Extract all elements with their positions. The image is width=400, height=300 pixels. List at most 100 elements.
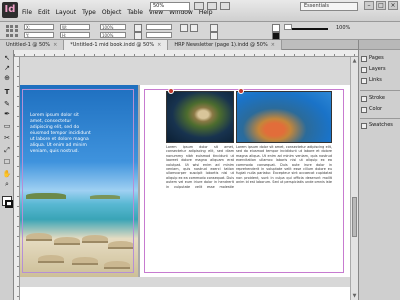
close-tab-icon[interactable]: × — [271, 42, 275, 48]
page-spine — [138, 85, 140, 277]
type-tool-icon[interactable]: T — [2, 88, 12, 97]
tab-hrp-newsletter[interactable]: HRP Newsletter (page 1).indd @ 50% × — [168, 40, 282, 50]
workspace-switcher[interactable]: Essentials — [300, 2, 358, 11]
stroke-swatch-icon[interactable] — [272, 32, 280, 40]
stroke-color-icon[interactable] — [5, 200, 13, 208]
tab-label: *Untitled-1 mid book.indd @ 50% — [70, 42, 155, 48]
scissors-tool-icon[interactable]: ✂ — [2, 134, 12, 143]
stroke-panel-button[interactable]: Stroke — [361, 94, 399, 103]
stroke-icon — [361, 95, 367, 102]
panel-divider — [360, 118, 400, 119]
shear-icon[interactable] — [134, 32, 142, 40]
rotate-icon[interactable] — [134, 24, 142, 32]
direct-selection-tool-icon[interactable]: ↗ — [2, 64, 12, 73]
view-options — [194, 2, 230, 10]
reference-point-icon[interactable] — [6, 25, 18, 37]
minimize-button[interactable]: – — [364, 1, 374, 10]
note-tool-icon[interactable]: ☐ — [2, 158, 12, 167]
select-content-icon[interactable] — [210, 32, 218, 40]
close-button[interactable]: × — [388, 1, 398, 10]
menu-object[interactable]: Object — [102, 9, 122, 16]
opacity-field[interactable]: 100% — [336, 25, 350, 31]
menu-type[interactable]: Type — [82, 9, 96, 16]
links-panel-button[interactable]: Links — [361, 76, 399, 85]
scale-y-field[interactable]: 100% — [100, 32, 126, 38]
color-panel-button[interactable]: Color — [361, 105, 399, 114]
fill-swatch-icon[interactable] — [272, 24, 280, 32]
page-tool-icon[interactable]: ⊕ — [2, 74, 12, 83]
pen-tool-icon[interactable]: ✒ — [2, 110, 12, 119]
color-label: Color — [369, 106, 383, 112]
panel-dock: Pages Layers Links Stroke Color Swatches — [358, 40, 400, 300]
indesign-logo: Id — [2, 2, 18, 18]
color-icon — [361, 106, 367, 113]
menu-table[interactable]: Table — [127, 9, 143, 16]
menu-edit[interactable]: Edit — [38, 9, 50, 16]
application-bar: Id File Edit Layout Type Object Table Vi… — [0, 0, 400, 22]
coral-reef-photo[interactable] — [236, 91, 332, 143]
close-tab-icon[interactable]: × — [157, 42, 161, 48]
menu-layout[interactable]: Layout — [56, 9, 76, 16]
tab-label: HRP Newsletter (page 1).indd @ 50% — [174, 42, 268, 48]
pasteboard-bottom — [20, 277, 350, 287]
document-spread: Lorem ipsum dolor sit amet, consectetur … — [20, 85, 350, 277]
stroke-type-selector[interactable] — [292, 28, 328, 30]
free-transform-tool-icon[interactable]: ⤢ — [2, 146, 12, 155]
width-field[interactable]: W: — [60, 24, 90, 30]
selection-tool-icon[interactable]: ↖ — [2, 54, 12, 63]
height-field[interactable]: H: — [60, 32, 90, 38]
screen-mode-icon[interactable] — [207, 2, 217, 10]
link-badge-icon[interactable] — [238, 88, 244, 94]
y-position-field[interactable]: Y: — [24, 32, 54, 38]
link-badge-icon[interactable] — [168, 88, 174, 94]
scrollbar-thumb[interactable] — [352, 197, 357, 237]
panel-dock-header[interactable] — [359, 40, 400, 50]
scale-x-field[interactable]: 100% — [100, 24, 126, 30]
swatches-icon — [361, 122, 367, 129]
menu-file[interactable]: File — [22, 9, 32, 16]
tools-panel: ↖ ↗ ⊕ T ✎ ✒ ▭ ✂ ⤢ ☐ ✋ ⌕ — [0, 50, 14, 300]
control-panel: X: Y: W: H: 100% 100% 100% — [0, 22, 400, 40]
pasteboard-top — [20, 57, 350, 85]
tab-label: Untitled-1 @ 50% — [6, 42, 51, 48]
close-tab-icon[interactable]: × — [53, 42, 57, 48]
flip-vertical-icon[interactable] — [190, 24, 198, 32]
swatches-label: Swatches — [369, 122, 393, 128]
view-mode-icon[interactable] — [194, 2, 204, 10]
tab-mid-book[interactable]: *Untitled-1 mid book.indd @ 50% × — [64, 40, 169, 50]
layers-panel-button[interactable]: Layers — [361, 65, 399, 74]
window-controls: – □ × — [364, 1, 398, 10]
hand-tool-icon[interactable]: ✋ — [2, 170, 12, 179]
horizontal-ruler — [14, 50, 358, 57]
zoom-tool-icon[interactable]: ⌕ — [2, 180, 12, 189]
pencil-tool-icon[interactable]: ✎ — [2, 100, 12, 109]
scroll-up-icon[interactable]: ▲ — [352, 58, 357, 64]
layers-icon — [361, 66, 367, 73]
swatches-panel-button[interactable]: Swatches — [361, 121, 399, 130]
document-tabs: Untitled-1 @ 50% × *Untitled-1 mid book.i… — [0, 40, 358, 50]
text-frame-right[interactable]: Lorem ipsum dolor sit amet, consectetur … — [236, 145, 332, 185]
rotation-angle-field[interactable] — [146, 24, 172, 30]
x-position-field[interactable]: X: — [24, 24, 54, 30]
links-label: Links — [369, 77, 382, 83]
flip-horizontal-icon[interactable] — [180, 24, 188, 32]
zoom-level-field[interactable]: 50% — [150, 2, 190, 11]
layers-label: Layers — [369, 66, 386, 72]
maximize-button[interactable]: □ — [376, 1, 386, 10]
links-icon — [361, 77, 367, 84]
select-container-icon[interactable] — [210, 24, 218, 32]
stroke-label: Stroke — [369, 95, 385, 101]
pasteboard: Lorem ipsum dolor sit amet, consectetur … — [20, 57, 350, 300]
pages-panel-button[interactable]: Pages — [361, 54, 399, 63]
scroll-down-icon[interactable]: ▼ — [352, 293, 357, 299]
arrange-documents-icon[interactable] — [220, 2, 230, 10]
tab-untitled-1[interactable]: Untitled-1 @ 50% × — [0, 40, 65, 50]
stroke-weight-field[interactable] — [284, 24, 292, 30]
menu-help[interactable]: Help — [199, 9, 213, 16]
vertical-scrollbar[interactable]: ▲ ▼ — [350, 57, 358, 300]
shear-angle-field[interactable] — [146, 32, 172, 38]
sea-anemone-photo[interactable] — [166, 91, 234, 143]
rectangle-frame-tool-icon[interactable]: ▭ — [2, 122, 12, 131]
text-frame-left[interactable]: Lorem ipsum dolor sit amet, consectetur … — [166, 145, 234, 189]
panel-divider — [360, 90, 400, 91]
